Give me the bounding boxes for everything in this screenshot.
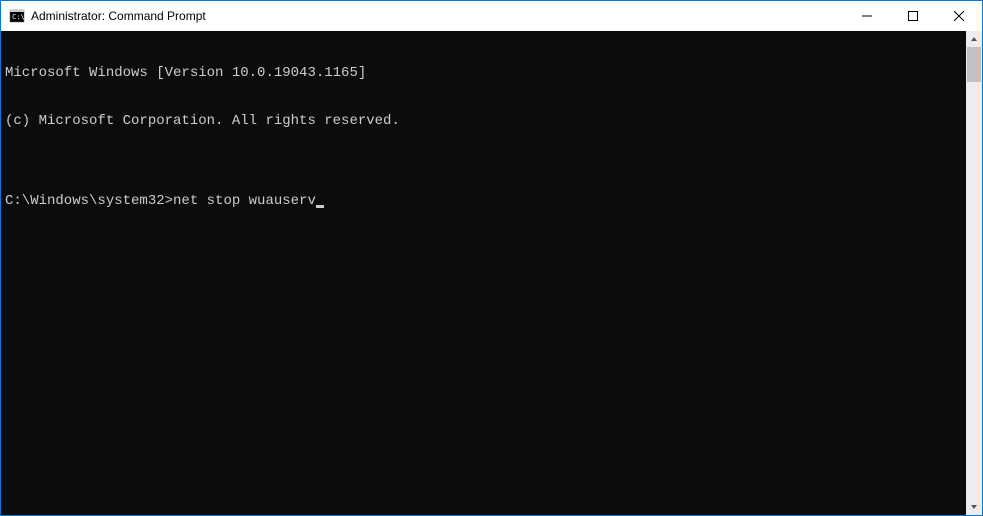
text-cursor [316, 205, 324, 208]
console-output-line: (c) Microsoft Corporation. All rights re… [5, 113, 962, 129]
close-button[interactable] [936, 1, 982, 31]
scrollbar-down-button[interactable] [966, 499, 982, 515]
console-content[interactable]: Microsoft Windows [Version 10.0.19043.11… [1, 31, 966, 515]
console-prompt: C:\Windows\system32> [5, 193, 173, 209]
command-prompt-window: C:\ Administrator: Command Prompt [1, 1, 982, 515]
console-command-input[interactable]: net stop wuauserv [173, 193, 316, 209]
window-title: Administrator: Command Prompt [31, 9, 844, 23]
console-output-line: Microsoft Windows [Version 10.0.19043.11… [5, 65, 962, 81]
scrollbar-thumb[interactable] [967, 47, 981, 82]
console-prompt-line: C:\Windows\system32>net stop wuauserv [5, 193, 962, 209]
scrollbar-up-button[interactable] [966, 31, 982, 47]
console-area: Microsoft Windows [Version 10.0.19043.11… [1, 31, 982, 515]
cmd-icon: C:\ [9, 8, 25, 24]
vertical-scrollbar[interactable] [966, 31, 982, 515]
svg-text:C:\: C:\ [12, 13, 25, 21]
maximize-button[interactable] [890, 1, 936, 31]
scrollbar-track[interactable] [966, 47, 982, 499]
title-bar[interactable]: C:\ Administrator: Command Prompt [1, 1, 982, 31]
minimize-button[interactable] [844, 1, 890, 31]
window-controls [844, 1, 982, 31]
